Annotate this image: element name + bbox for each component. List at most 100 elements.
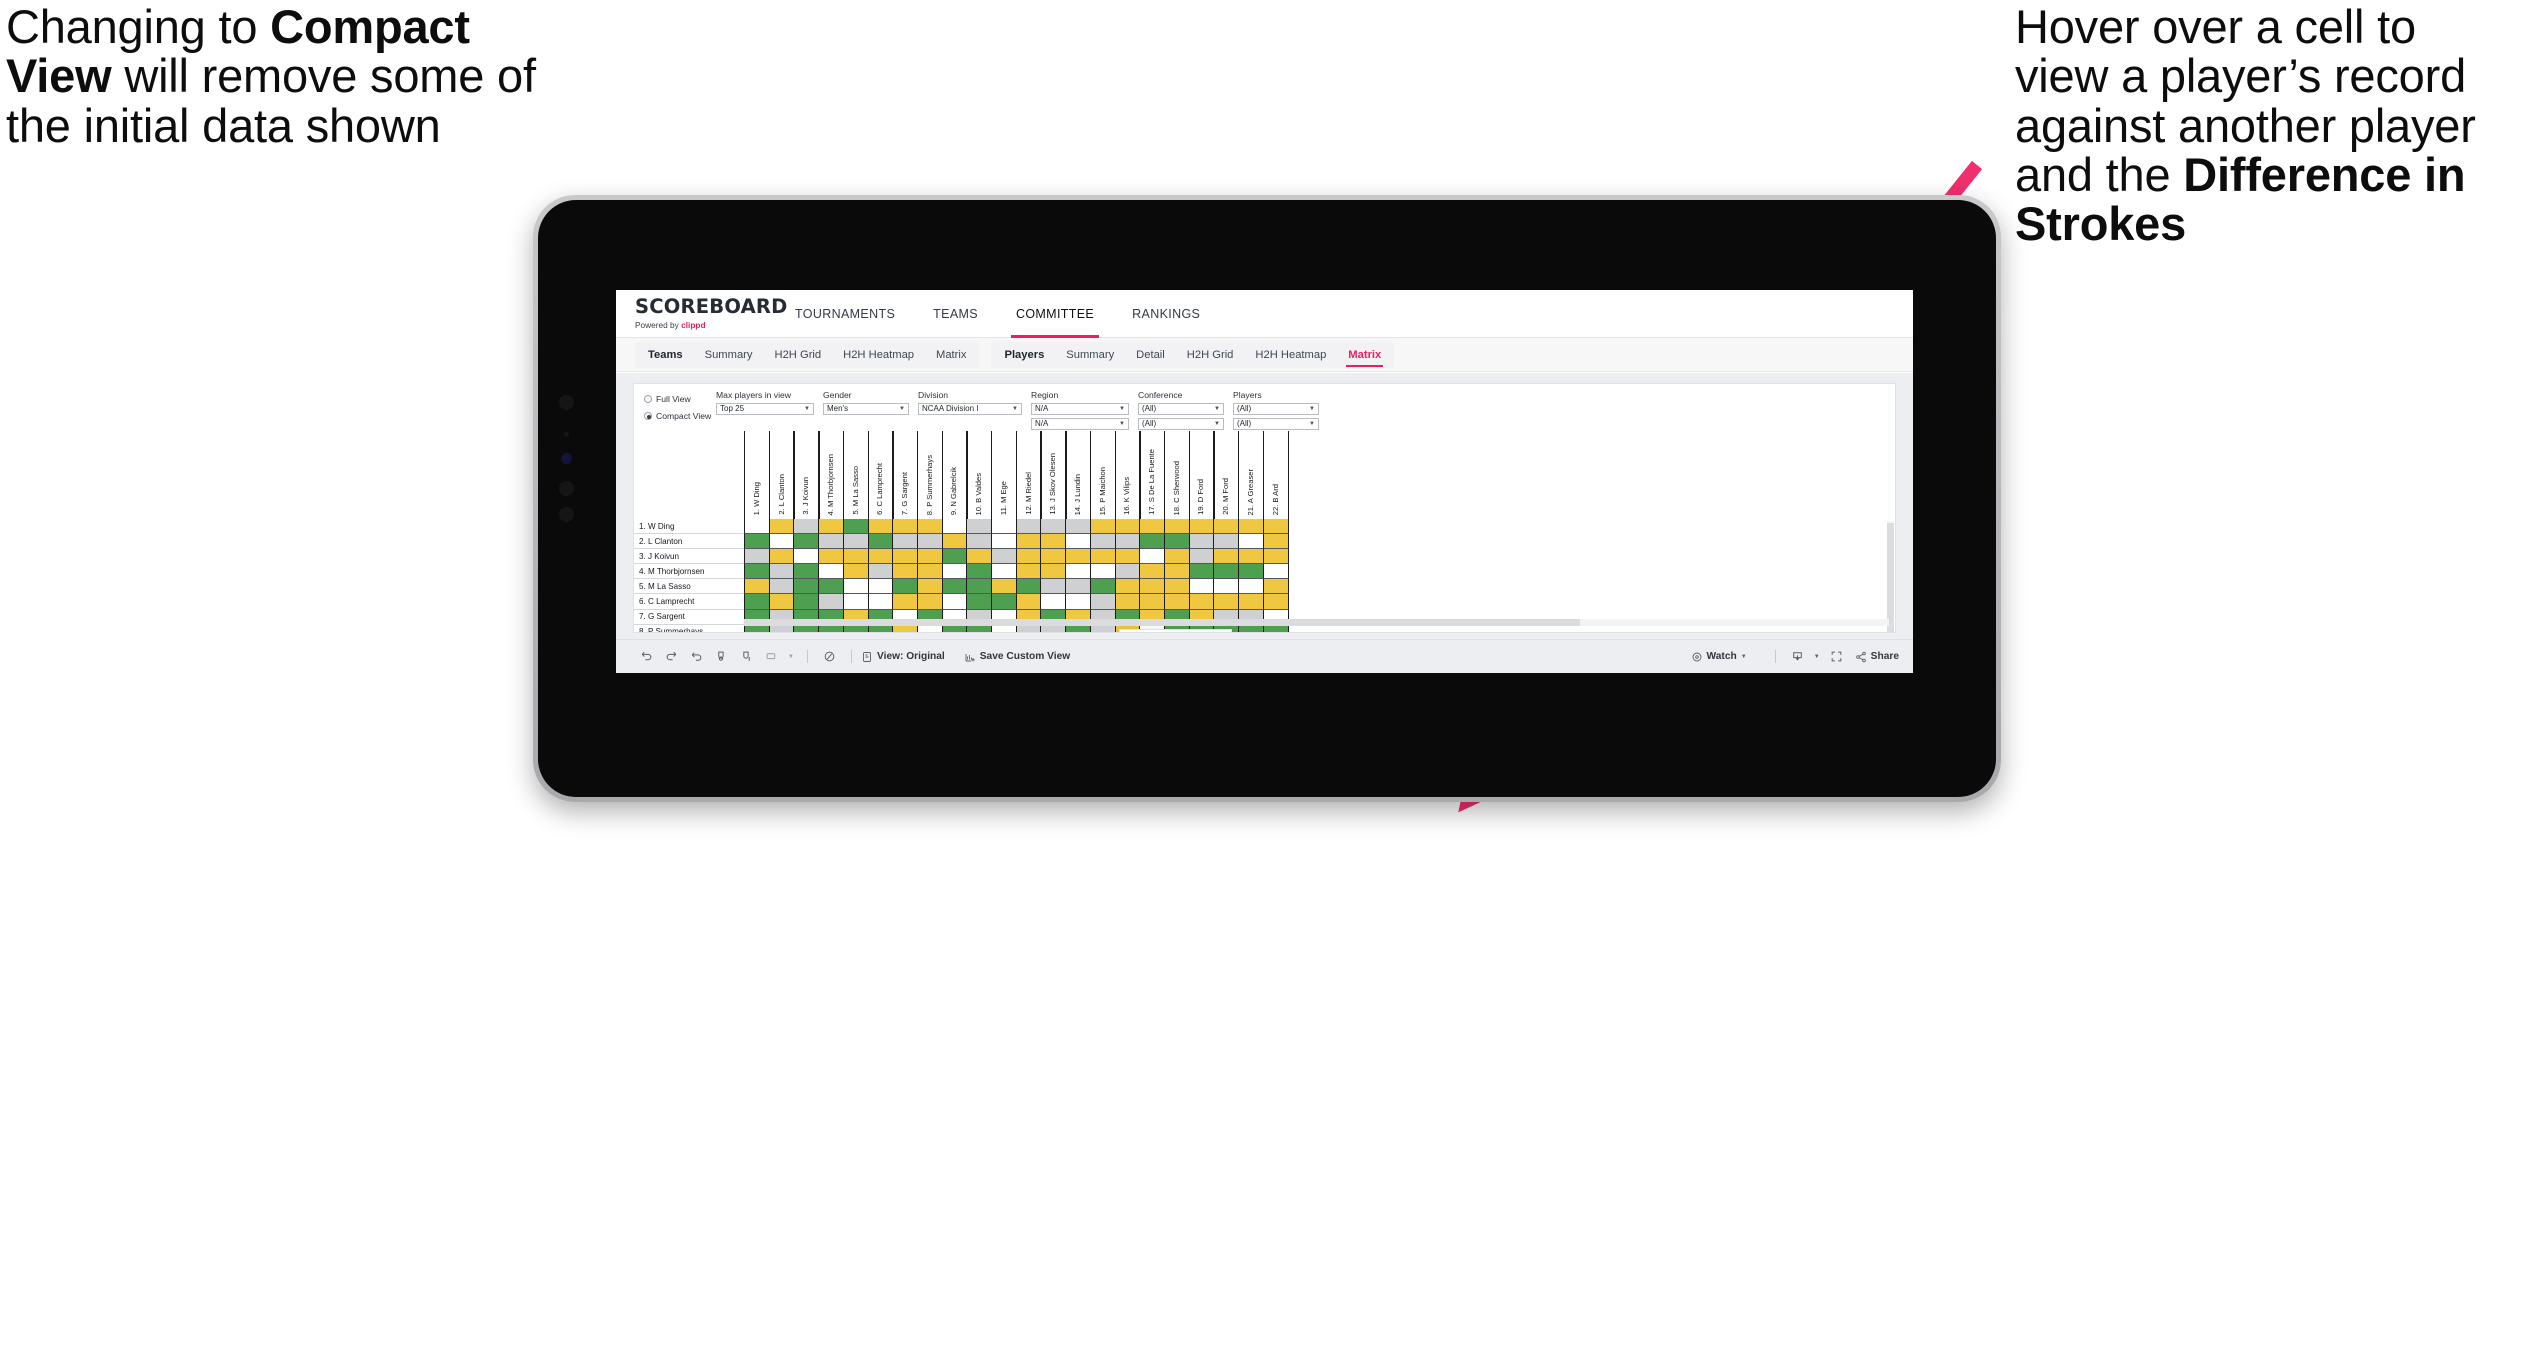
matrix-cell[interactable]	[793, 564, 820, 580]
save-custom-view-button[interactable]: Save Custom View	[964, 651, 1070, 663]
matrix-cell[interactable]	[916, 594, 944, 610]
matrix-cell[interactable]	[1262, 519, 1289, 535]
matrix-cell[interactable]	[842, 519, 869, 535]
matrix-cell[interactable]	[1188, 549, 1215, 565]
matrix-cell[interactable]	[991, 549, 1018, 565]
matrix-cell[interactable]	[1139, 564, 1166, 580]
matrix-grid[interactable]: 1. W Ding 2. L Clanton 3. J Koivun 4. M Tho…	[634, 519, 1895, 632]
matrix-cell[interactable]	[1015, 594, 1042, 610]
matrix-cell[interactable]	[1213, 519, 1240, 535]
matrix-cell[interactable]	[1163, 564, 1191, 580]
matrix-cell[interactable]	[1065, 594, 1092, 610]
revert-icon[interactable]	[684, 650, 709, 663]
matrix-cell[interactable]	[1089, 519, 1116, 535]
subnav-players-head[interactable]: Players	[993, 342, 1055, 368]
matrix-cell[interactable]	[1262, 534, 1289, 550]
matrix-cell[interactable]	[1089, 534, 1116, 550]
matrix-cell[interactable]	[867, 534, 894, 550]
matrix-cell[interactable]	[1015, 519, 1042, 535]
horizontal-scrollbar-track[interactable]	[744, 619, 1889, 626]
share-button[interactable]: Share	[1855, 651, 1899, 663]
matrix-cell[interactable]	[892, 534, 919, 550]
matrix-cell[interactable]	[818, 519, 845, 535]
subnav-teams-summary[interactable]: Summary	[694, 342, 764, 368]
matrix-cell[interactable]	[1089, 594, 1116, 610]
subnav-teams-head[interactable]: Teams	[637, 342, 694, 368]
matrix-cell[interactable]	[941, 579, 968, 595]
matrix-cell[interactable]	[793, 594, 820, 610]
matrix-cell[interactable]	[744, 594, 771, 610]
matrix-cell[interactable]	[1139, 519, 1166, 535]
matrix-cell[interactable]	[867, 549, 894, 565]
undo-icon[interactable]	[634, 650, 659, 663]
matrix-cell[interactable]	[966, 564, 993, 580]
download-dropdown-icon[interactable]: ▼	[1810, 654, 1824, 660]
view-original-button[interactable]: View: Original	[861, 651, 945, 663]
matrix-cell[interactable]	[1114, 579, 1141, 595]
matrix-cell[interactable]	[916, 564, 944, 580]
nav-teams[interactable]: TEAMS	[914, 290, 997, 338]
matrix-cell[interactable]	[768, 579, 795, 595]
matrix-cell[interactable]	[1163, 549, 1191, 565]
matrix-cell[interactable]	[1015, 579, 1042, 595]
matrix-cell[interactable]	[1262, 579, 1289, 595]
matrix-cell[interactable]	[966, 549, 993, 565]
brand-logo[interactable]: SCOREBOARD Powered by clippd	[616, 290, 787, 337]
matrix-cell[interactable]	[1065, 519, 1092, 535]
highlight-dropdown-icon[interactable]: ▼	[784, 654, 798, 660]
radio-full-view[interactable]: Full View	[644, 392, 716, 406]
matrix-cell[interactable]	[1089, 564, 1116, 580]
matrix-cell[interactable]	[1040, 549, 1067, 565]
matrix-cell[interactable]	[1262, 594, 1289, 610]
matrix-cell[interactable]	[1114, 549, 1141, 565]
subnav-players-summary[interactable]: Summary	[1055, 342, 1125, 368]
subnav-players-h2h-grid[interactable]: H2H Grid	[1176, 342, 1245, 368]
matrix-cell[interactable]	[1139, 594, 1166, 610]
matrix-cell[interactable]	[744, 519, 771, 535]
matrix-cell[interactable]	[991, 519, 1018, 535]
matrix-cell[interactable]	[1139, 579, 1166, 595]
filter-gender-select[interactable]: Men's ▼	[823, 402, 909, 415]
matrix-cell[interactable]	[941, 549, 968, 565]
matrix-cell[interactable]	[966, 534, 993, 550]
matrix-cell[interactable]	[916, 534, 944, 550]
matrix-cell[interactable]	[1114, 594, 1141, 610]
matrix-cell[interactable]	[1238, 594, 1265, 610]
filter-conference-select[interactable]: (All) ▼	[1138, 402, 1224, 415]
matrix-cell[interactable]	[818, 594, 845, 610]
nav-rankings[interactable]: RANKINGS	[1113, 290, 1219, 338]
matrix-cell[interactable]	[892, 549, 919, 565]
matrix-cell[interactable]	[1114, 564, 1141, 580]
matrix-cell[interactable]	[1163, 534, 1191, 550]
pause-auto-update-icon[interactable]	[817, 650, 842, 663]
filter-region-select[interactable]: N/A ▼	[1031, 402, 1129, 415]
matrix-cell[interactable]	[1040, 519, 1067, 535]
matrix-cell[interactable]	[744, 534, 771, 550]
matrix-cell[interactable]	[867, 594, 894, 610]
matrix-cell[interactable]	[867, 519, 894, 535]
matrix-cell[interactable]	[916, 519, 944, 535]
matrix-cell[interactable]	[1040, 594, 1067, 610]
nav-tournaments[interactable]: TOURNAMENTS	[776, 290, 914, 338]
matrix-cell[interactable]	[1139, 549, 1166, 565]
pause-updates-icon[interactable]	[734, 650, 759, 663]
matrix-cell[interactable]	[1040, 564, 1067, 580]
matrix-cell[interactable]	[1015, 549, 1042, 565]
filter-players-select-2[interactable]: (All) ▼	[1233, 417, 1319, 430]
matrix-cell[interactable]	[892, 519, 919, 535]
matrix-cell[interactable]	[1188, 564, 1215, 580]
matrix-cell[interactable]	[793, 579, 820, 595]
matrix-cell[interactable]	[1040, 579, 1067, 595]
matrix-cell[interactable]	[818, 579, 845, 595]
refresh-data-icon[interactable]	[709, 650, 734, 663]
download-icon[interactable]	[1785, 650, 1810, 663]
matrix-container[interactable]: 1. W Ding 2. L Clanton 3. J Koivun 4. M Tho…	[634, 431, 1895, 632]
matrix-cell[interactable]	[1188, 534, 1215, 550]
filter-division-select[interactable]: NCAA Division I ▼	[918, 402, 1022, 415]
matrix-cell[interactable]	[768, 534, 795, 550]
filter-region-select-2[interactable]: N/A ▼	[1031, 417, 1129, 430]
matrix-cell[interactable]	[1139, 534, 1166, 550]
matrix-cell[interactable]	[1040, 534, 1067, 550]
matrix-cell[interactable]	[744, 579, 771, 595]
filter-players-select[interactable]: (All) ▼	[1233, 402, 1319, 415]
